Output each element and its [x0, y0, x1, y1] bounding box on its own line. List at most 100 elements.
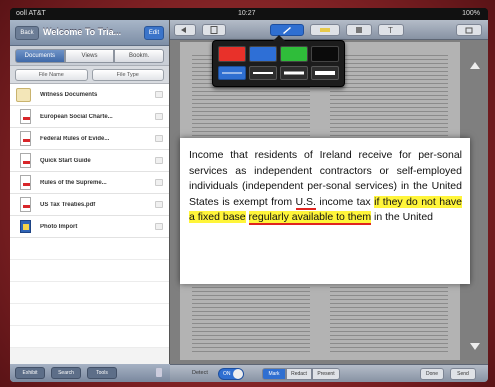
status-bar: ooll AT&T 10:27 100% [10, 8, 488, 20]
folder-icon [16, 87, 31, 102]
file-name: Quick Start Guide [40, 157, 91, 164]
list-item[interactable]: US Tax Treaties.pdf [10, 194, 169, 216]
stamp-icon [356, 27, 362, 33]
highlighter-icon [320, 28, 330, 32]
back-arrow-button[interactable] [174, 24, 196, 36]
back-arrow-icon [181, 27, 186, 33]
pdf-icon [20, 109, 31, 124]
highlight-button[interactable] [310, 24, 340, 36]
tab-views[interactable]: Views [64, 49, 115, 63]
color-swatch[interactable] [249, 46, 277, 62]
list-item[interactable]: Federal Rules of Evide... [10, 128, 169, 150]
document-viewer: T Income that residents of Ireland recei… [170, 20, 488, 382]
stamp-button[interactable] [346, 24, 372, 36]
share-icon [465, 27, 473, 34]
tab-bookmarks[interactable]: Bookm. [114, 49, 165, 63]
pdf-icon [20, 175, 31, 190]
color-swatch[interactable] [311, 46, 339, 62]
trash-icon[interactable] [156, 368, 162, 377]
file-name: European Social Charte... [40, 113, 113, 120]
color-swatch[interactable] [280, 46, 308, 62]
share-button[interactable] [456, 24, 482, 36]
file-name: Federal Rules of Evide... [40, 135, 110, 142]
list-item[interactable]: Photo Import [10, 216, 169, 238]
viewer-bottom-toolbar: Detect ON Mark Redact Present Done Send [170, 364, 488, 382]
sidebar-title: Welcome To Tria... [43, 27, 122, 37]
pen-color-picker [212, 35, 345, 87]
detect-label: Detect [192, 370, 208, 376]
chevron-up-icon [470, 62, 480, 69]
tab-documents[interactable]: Documents [15, 49, 65, 63]
mode-mark[interactable]: Mark [262, 368, 286, 380]
text-icon: T [388, 26, 393, 34]
tools-button[interactable]: Tools [87, 367, 117, 379]
list-item[interactable]: Quick Start Guide [10, 150, 169, 172]
file-name: Witness Documents [40, 91, 98, 98]
pdf-icon [20, 197, 31, 212]
stroke-width-thin[interactable] [218, 66, 246, 80]
edit-button[interactable]: Edit [144, 26, 164, 40]
clock-label: 10:27 [238, 10, 256, 17]
empty-row [10, 260, 169, 282]
file-name: US Tax Treaties.pdf [40, 201, 96, 208]
document-sidebar: Back Welcome To Tria... Edit Documents V… [10, 20, 170, 382]
sidebar-nav-bar: Back Welcome To Tria... Edit [10, 20, 169, 46]
extra-line-icon [315, 71, 335, 75]
mode-present[interactable]: Present [312, 368, 340, 380]
zoomed-paragraph: Income that residents of Ireland receive… [189, 148, 463, 226]
list-item[interactable]: Witness Documents [10, 84, 169, 106]
list-item[interactable]: Rules of the Supreme... [10, 172, 169, 194]
battery-label: 100% [462, 10, 480, 17]
previous-page-button[interactable] [466, 56, 484, 74]
ipad-screen: ooll AT&T 10:27 100% Back Welcome To Tri… [10, 8, 488, 382]
empty-row [10, 304, 169, 326]
sort-by-type-button[interactable]: File Type [91, 69, 164, 81]
empty-row [10, 238, 169, 260]
pen-icon [283, 27, 291, 34]
send-button[interactable]: Send [450, 368, 476, 380]
image-icon [20, 220, 31, 233]
select-checkbox[interactable] [155, 135, 163, 142]
stroke-width-extra[interactable] [311, 66, 339, 80]
file-name: Photo Import [40, 223, 78, 230]
stroke-width-medium[interactable] [249, 66, 277, 80]
empty-row [10, 326, 169, 348]
chevron-down-icon [470, 343, 480, 350]
detect-toggle[interactable]: ON [218, 368, 244, 380]
exhibit-button[interactable]: Exhibit [15, 367, 45, 379]
list-item[interactable]: European Social Charte... [10, 106, 169, 128]
underlined-us: U.S. [295, 195, 316, 210]
file-list: Witness Documents European Social Charte… [10, 84, 169, 348]
zoomed-text-callout: Income that residents of Ireland receive… [180, 138, 470, 284]
back-button[interactable]: Back [15, 26, 39, 40]
page-icon [210, 26, 218, 34]
carrier-label: ooll AT&T [16, 10, 46, 17]
select-checkbox[interactable] [155, 157, 163, 164]
highlight-2: regularly available to them [248, 211, 372, 225]
select-checkbox[interactable] [155, 179, 163, 186]
page-button[interactable] [202, 24, 226, 36]
thick-line-icon [284, 71, 304, 75]
thin-line-icon [222, 72, 242, 74]
stroke-width-thick[interactable] [280, 66, 308, 80]
sidebar-segmented-control: Documents Views Bookm. [10, 46, 169, 66]
sidebar-bottom-toolbar: Exhibit Search Tools [10, 364, 170, 382]
annotation-toolbar: T [170, 20, 488, 40]
sort-by-name-button[interactable]: File Name [15, 69, 88, 81]
done-button[interactable]: Done [420, 368, 444, 380]
color-swatch[interactable] [218, 46, 246, 62]
search-button[interactable]: Search [51, 367, 81, 379]
mode-redact[interactable]: Redact [286, 368, 312, 380]
select-checkbox[interactable] [155, 91, 163, 98]
select-checkbox[interactable] [155, 113, 163, 120]
svg-text:T: T [388, 26, 393, 34]
text-run: in the United [371, 211, 433, 223]
text-button[interactable]: T [378, 24, 404, 36]
next-page-button[interactable] [466, 338, 484, 356]
select-checkbox[interactable] [155, 223, 163, 230]
color-swatches [218, 46, 339, 62]
select-checkbox[interactable] [155, 201, 163, 208]
file-name: Rules of the Supreme... [40, 179, 107, 186]
empty-row [10, 282, 169, 304]
sort-bar: File Name File Type [10, 66, 169, 84]
